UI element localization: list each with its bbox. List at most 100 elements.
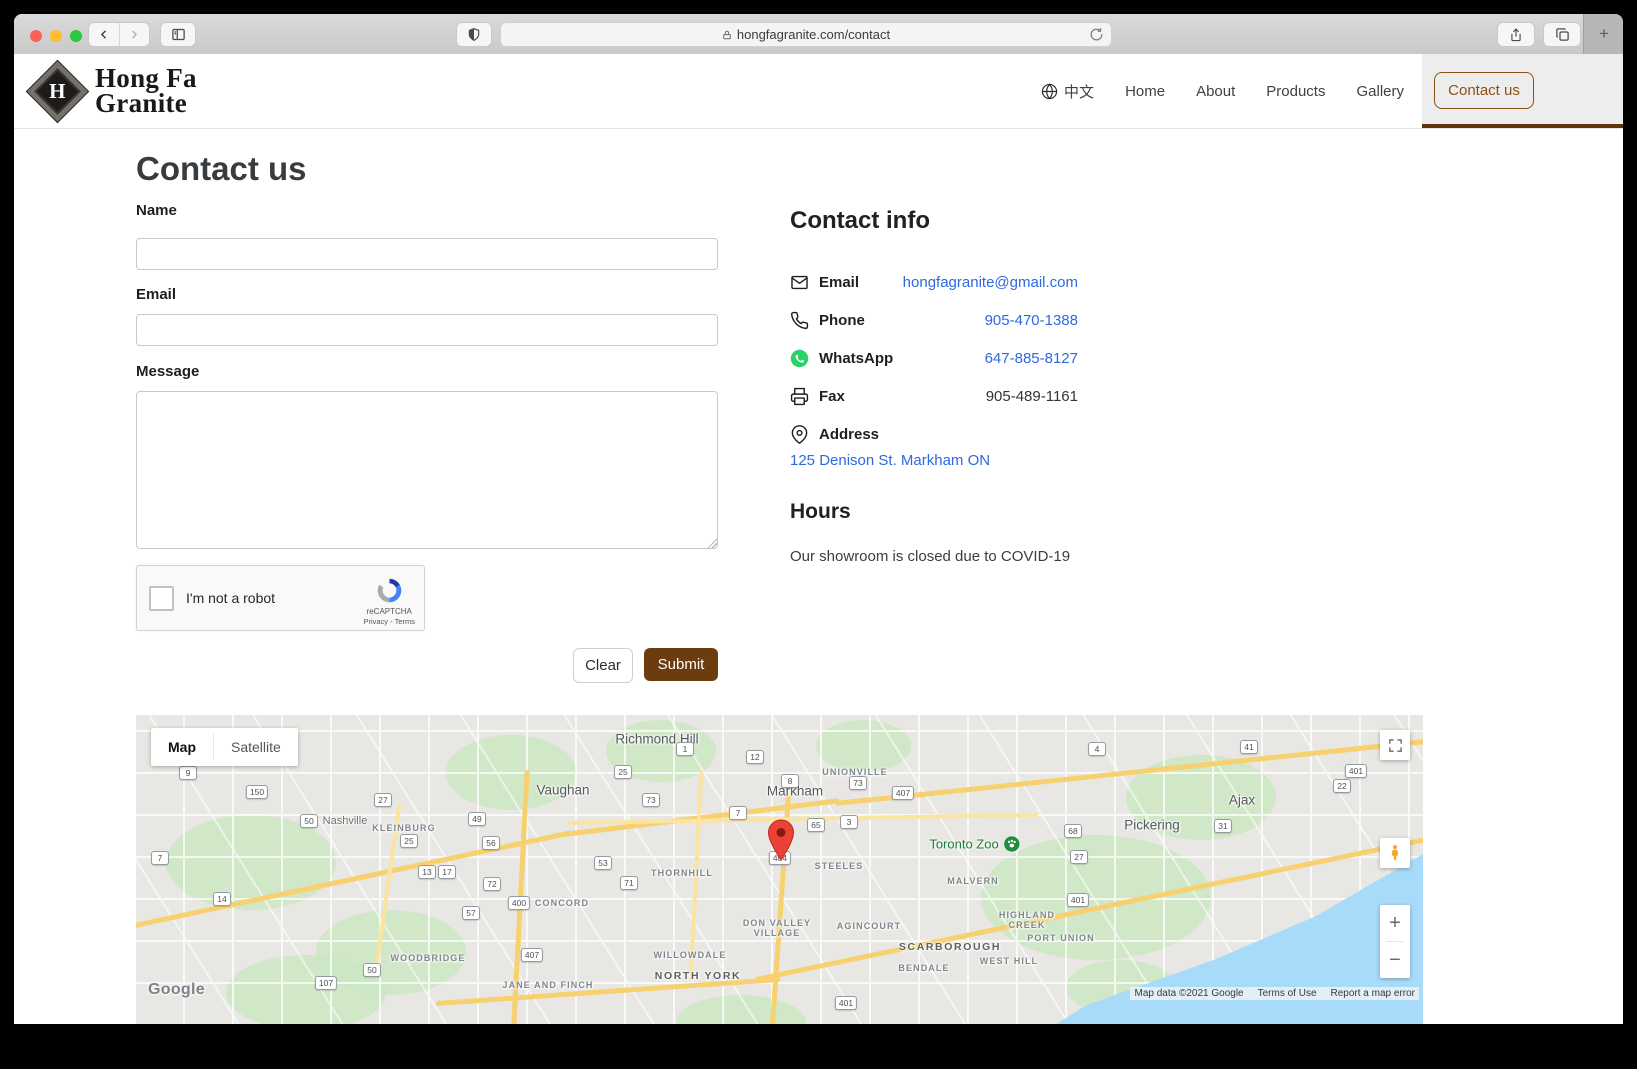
road-shield: 72 [483, 877, 501, 891]
fax-value: 905-489-1161 [986, 388, 1078, 405]
map-marker-pin[interactable] [767, 819, 795, 866]
site-logo[interactable]: H Hong Fa Granite [30, 54, 197, 128]
road-shield: 22 [1333, 779, 1351, 793]
nav-item-gallery[interactable]: Gallery [1356, 83, 1404, 100]
toronto-zoo-label[interactable]: Toronto Zoo [929, 836, 1020, 853]
road-shield: 401 [1067, 893, 1089, 907]
refresh-button[interactable] [1089, 27, 1104, 47]
google-logo[interactable]: Google [148, 981, 205, 999]
road-shield: 49 [468, 812, 486, 826]
whatsapp-link[interactable]: 647-885-8127 [985, 350, 1078, 367]
refresh-icon [1089, 27, 1104, 42]
share-icon [1509, 27, 1523, 43]
google-map[interactable]: Richmond HillVaughanMarkhamPickeringAjax… [136, 715, 1423, 1024]
road-shield: 401 [1345, 764, 1367, 778]
contact-row-address: Address [790, 416, 1078, 452]
zoom-in-button[interactable]: + [1380, 905, 1410, 941]
nav-item-home[interactable]: Home [1125, 83, 1165, 100]
recaptcha-brand: reCAPTCHA Privacy - Terms [363, 576, 415, 626]
road-shield: 27 [1070, 850, 1088, 864]
satellite-tab[interactable]: Satellite [214, 728, 298, 766]
site-header: H Hong Fa Granite 中文 Home About Products… [14, 54, 1623, 129]
map-place-label: CONCORD [535, 898, 589, 908]
email-input[interactable] [136, 314, 718, 346]
new-tab-button[interactable]: + [1583, 14, 1623, 54]
browser-window: hongfagranite.com/contact + H Hong Fa Gr… [14, 14, 1623, 1024]
textarea-resize-handle[interactable] [706, 537, 717, 548]
phone-icon [790, 311, 809, 330]
road-shield: 68 [1064, 824, 1082, 838]
road-shield: 4 [1088, 742, 1106, 756]
minimize-window-button[interactable] [50, 30, 62, 42]
recaptcha-label: I'm not a robot [186, 590, 275, 606]
forward-button[interactable] [120, 23, 150, 46]
nav-contact-us-button[interactable]: Contact us [1434, 72, 1534, 109]
lock-icon [722, 29, 732, 41]
contact-row-phone: Phone 905-470-1388 [790, 302, 1078, 338]
address-link[interactable]: 125 Denison St. Markham ON [790, 452, 990, 469]
map-place-label: DON VALLEY [743, 918, 811, 928]
road-shield: 56 [482, 836, 500, 850]
message-textarea[interactable] [136, 391, 718, 549]
road-shield: 71 [620, 876, 638, 890]
road-shield: 14 [213, 892, 231, 906]
road-shield: 50 [300, 814, 318, 828]
road-shield: 31 [1214, 819, 1232, 833]
contact-info-title: Contact info [790, 207, 930, 235]
chevron-right-icon [128, 28, 141, 41]
share-button[interactable] [1497, 22, 1535, 47]
map-place-label: Ajax [1229, 793, 1255, 808]
zoom-out-button[interactable]: − [1380, 942, 1410, 978]
clear-button[interactable]: Clear [573, 648, 633, 683]
road-shield: 400 [508, 896, 530, 910]
map-type-control: Map Satellite [151, 728, 298, 766]
nav-item-products[interactable]: Products [1266, 83, 1325, 100]
road-shield: 25 [400, 834, 418, 848]
map-place-label: MALVERN [947, 876, 999, 886]
map-zoom-control: + − [1380, 905, 1410, 978]
plus-icon: + [1599, 24, 1609, 44]
road-shield: 7 [729, 806, 747, 820]
message-label: Message [136, 363, 199, 380]
recaptcha-privacy-terms[interactable]: Privacy - Terms [363, 617, 415, 626]
fax-icon [790, 387, 809, 406]
map-place-label: Vaughan [536, 783, 589, 798]
phone-link[interactable]: 905-470-1388 [985, 312, 1078, 329]
tabs-icon [1555, 27, 1570, 42]
report-map-error-link[interactable]: Report a map error [1331, 988, 1415, 999]
email-icon [790, 273, 809, 292]
tab-overview-button[interactable] [1543, 22, 1581, 47]
road-shield: 50 [363, 963, 381, 977]
recaptcha-logo-icon [375, 576, 404, 605]
history-nav-group [88, 22, 150, 47]
submit-button[interactable]: Submit [644, 648, 718, 681]
fullscreen-button[interactable] [1380, 730, 1410, 760]
nav-item-language[interactable]: 中文 [1041, 81, 1094, 102]
road-shield: 27 [374, 793, 392, 807]
zoom-window-button[interactable] [70, 30, 82, 42]
red-pin-icon [767, 819, 795, 861]
map-place-label: THORNHILL [651, 868, 713, 878]
close-window-button[interactable] [30, 30, 42, 42]
globe-icon [1041, 83, 1058, 100]
recaptcha-widget: I'm not a robot reCAPTCHA Privacy - Term… [136, 565, 425, 631]
back-button[interactable] [89, 23, 119, 46]
main-nav: 中文 Home About Products Gallery [1041, 54, 1404, 128]
email-link[interactable]: hongfagranite@gmail.com [903, 274, 1078, 291]
name-label: Name [136, 202, 177, 219]
sidebar-toggle-button[interactable] [160, 22, 196, 47]
map-tab[interactable]: Map [151, 728, 213, 766]
road-shield: 8 [781, 774, 799, 788]
road-shield: 73 [849, 776, 867, 790]
map-place-label: AGINCOURT [837, 921, 901, 931]
nav-item-about[interactable]: About [1196, 83, 1235, 100]
road-shield: 73 [642, 793, 660, 807]
url-bar[interactable]: hongfagranite.com/contact [500, 22, 1112, 47]
hours-title: Hours [790, 500, 851, 524]
recaptcha-checkbox[interactable] [149, 586, 174, 611]
terms-of-use-link[interactable]: Terms of Use [1258, 988, 1317, 999]
pegman-button[interactable] [1380, 838, 1410, 868]
privacy-report-button[interactable] [456, 22, 492, 47]
whatsapp-icon [790, 349, 809, 368]
name-input[interactable] [136, 238, 718, 270]
